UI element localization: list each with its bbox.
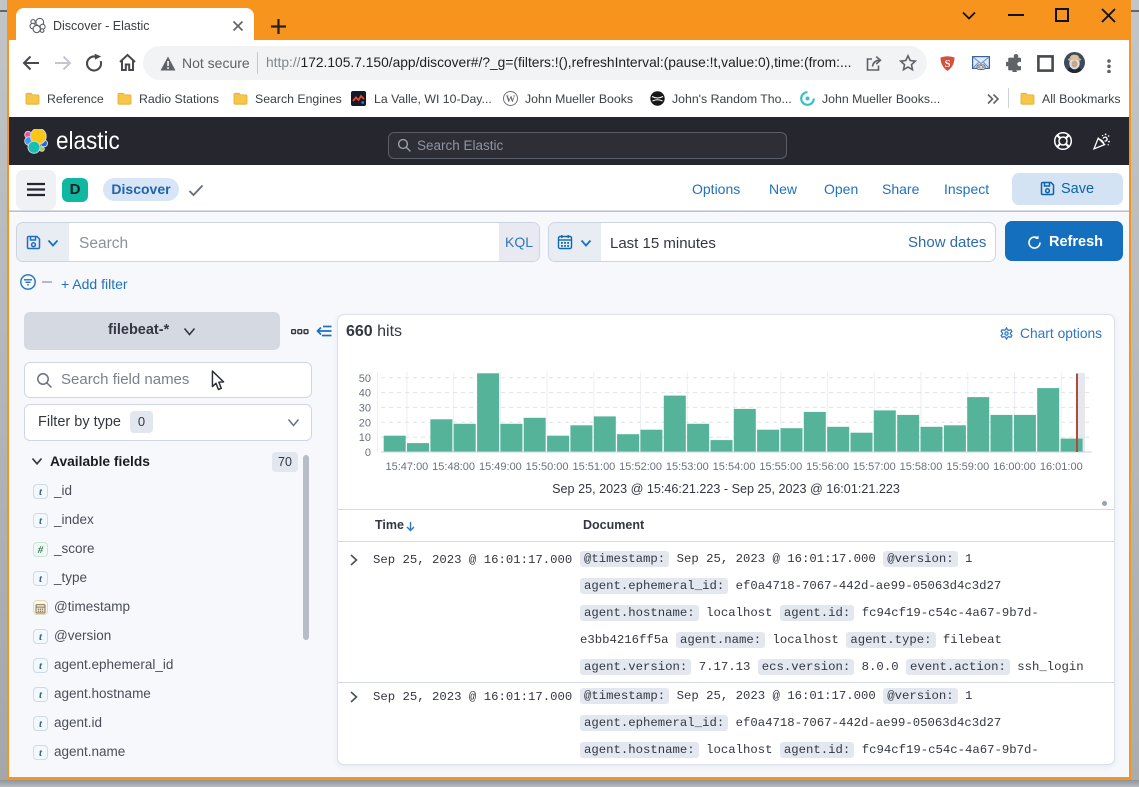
svg-text:15:54:00: 15:54:00: [713, 461, 756, 473]
svg-text:15:52:00: 15:52:00: [619, 461, 662, 473]
svg-text:15:57:00: 15:57:00: [853, 461, 896, 473]
svg-text:30: 30: [359, 402, 371, 414]
svg-text:15:47:00: 15:47:00: [385, 461, 428, 473]
svg-text:20: 20: [359, 417, 371, 429]
svg-text:40: 40: [359, 388, 371, 400]
svg-text:S: S: [945, 59, 951, 70]
svg-text:0: 0: [365, 447, 371, 459]
svg-text:16:00:00: 16:00:00: [993, 461, 1036, 473]
svg-text:15:58:00: 15:58:00: [900, 461, 943, 473]
svg-text:W: W: [506, 95, 516, 105]
svg-text:16:01:00: 16:01:00: [1040, 461, 1083, 473]
svg-text:15:56:00: 15:56:00: [806, 461, 849, 473]
svg-text:15:53:00: 15:53:00: [666, 461, 709, 473]
svg-text:15:55:00: 15:55:00: [759, 461, 802, 473]
svg-text:10: 10: [359, 432, 371, 444]
svg-text:15:51:00: 15:51:00: [572, 461, 615, 473]
svg-text:15:48:00: 15:48:00: [432, 461, 475, 473]
svg-text:15:59:00: 15:59:00: [946, 461, 989, 473]
svg-text:50: 50: [359, 373, 371, 385]
svg-text:15:49:00: 15:49:00: [479, 461, 522, 473]
svg-text:15:50:00: 15:50:00: [526, 461, 569, 473]
